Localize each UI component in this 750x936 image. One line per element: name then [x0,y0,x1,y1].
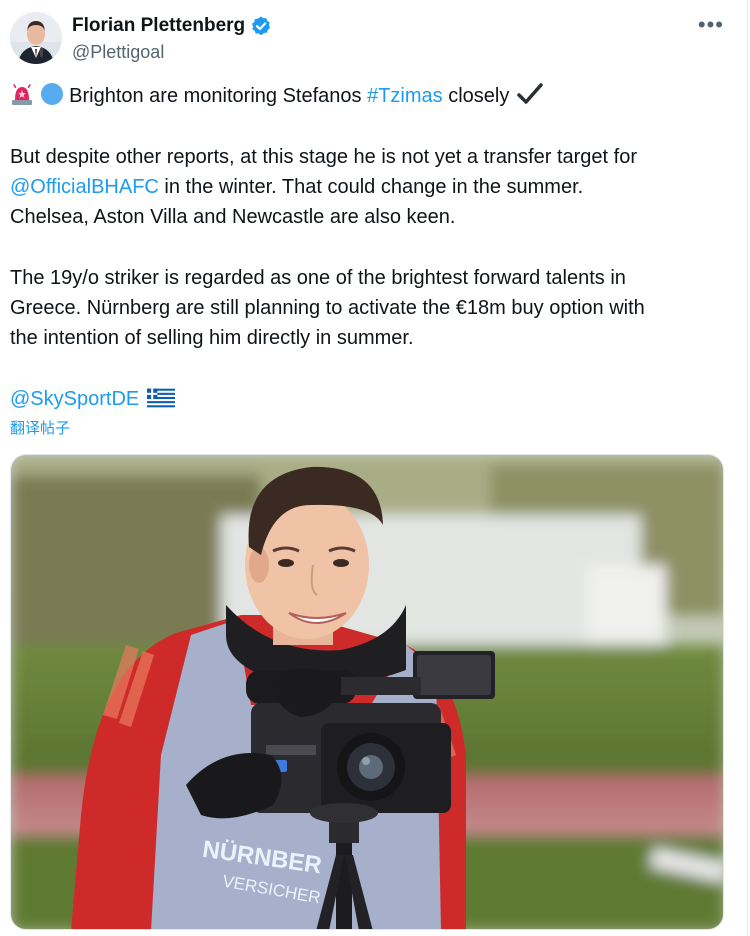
tweet-text-line-8: @SkySportDE [10,384,175,414]
tweet-text-segment: Brighton are monitoring Stefanos [69,85,368,107]
more-horizontal-icon[interactable]: ••• [698,14,724,36]
tweet-text-line-3: @OfficialBHAFC in the winter. That could… [10,172,583,202]
tweet-text-segment: in the winter. That could change in the … [158,176,584,198]
tweet-text-line-4: Chelsea, Aston Villa and Newcastle are a… [10,206,456,228]
mention-link[interactable]: @OfficialBHAFC [10,176,159,198]
author-display-name[interactable]: Florian Plettenberg [72,14,245,38]
tweet-text-line-7: the intention of selling him directly in… [10,327,414,349]
author-avatar[interactable] [10,12,62,64]
tweet-card: Florian Plettenberg @Plettigoal ••• Brig… [0,0,750,936]
verified-badge-icon [252,16,271,36]
author-handle[interactable]: @Plettigoal [72,40,272,64]
heavy-check-mark-emoji [517,83,543,104]
translate-post-link[interactable]: 翻译帖子 [10,418,70,440]
avatar-image [10,12,62,64]
tweet-text-line-2: But despite other reports, at this stage… [10,146,638,168]
blue-circle-emoji [40,83,63,105]
tweet-text-line-5: The 19y/o striker is regarded as one of … [10,267,626,289]
author-name-row[interactable]: Florian Plettenberg [72,14,272,38]
tweet-text-segment: closely [442,85,510,107]
greece-flag-emoji [146,388,175,408]
card-border [747,0,748,936]
media-photo[interactable]: NÜRNBER VERSICHER [10,454,724,930]
author-info: Florian Plettenberg @Plettigoal [72,14,272,64]
hashtag-link[interactable]: #Tzimas [367,85,443,107]
police-siren-emoji [12,84,32,105]
tweet-text-line-1: Brighton are monitoring Stefanos #Tzimas… [10,81,545,111]
player-with-camera-image: NÜRNBER VERSICHER [11,455,723,929]
tweet-text-line-6: Greece. Nürnberg are still planning to a… [10,297,645,319]
source-mention-link[interactable]: @SkySportDE [10,388,139,410]
